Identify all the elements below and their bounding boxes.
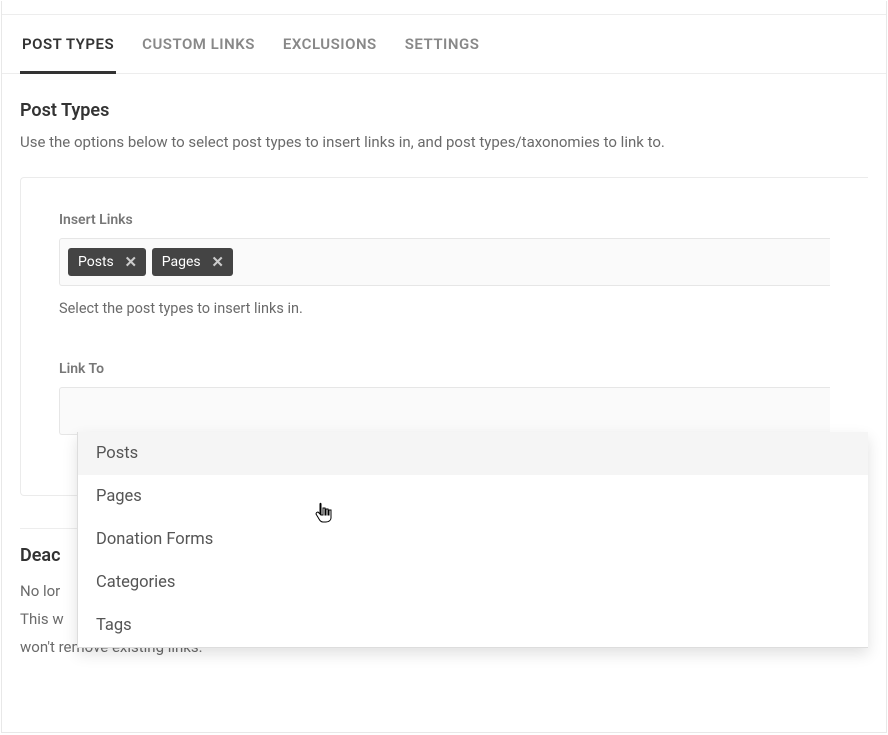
- link-to-label: Link To: [59, 361, 830, 377]
- insert-links-help: Select the post types to insert links in…: [59, 300, 830, 317]
- settings-panel: Insert Links Posts ✕ Pages ✕ Select the …: [20, 177, 868, 496]
- tag-label: Posts: [78, 254, 114, 270]
- tab-post-types[interactable]: POST TYPES: [20, 15, 116, 74]
- close-icon[interactable]: ✕: [209, 253, 227, 271]
- tab-exclusions[interactable]: EXCLUSIONS: [281, 15, 379, 74]
- insert-links-input[interactable]: Posts ✕ Pages ✕: [59, 238, 830, 286]
- section-title: Post Types: [20, 100, 868, 121]
- dropdown-option-categories[interactable]: Categories: [78, 561, 868, 604]
- dropdown-option-posts[interactable]: Posts: [78, 432, 868, 475]
- insert-links-label: Insert Links: [59, 212, 830, 228]
- link-to-dropdown: Posts Pages Donation Forms Categories Ta…: [77, 432, 868, 648]
- tab-settings[interactable]: SETTINGS: [403, 15, 482, 74]
- tab-custom-links[interactable]: CUSTOM LINKS: [140, 15, 257, 74]
- tag-label: Pages: [162, 254, 201, 270]
- tag-pages: Pages ✕: [152, 248, 233, 276]
- tabs-nav: POST TYPES CUSTOM LINKS EXCLUSIONS SETTI…: [2, 15, 886, 74]
- tag-posts: Posts ✕: [68, 248, 146, 276]
- section-description: Use the options below to select post typ…: [20, 133, 868, 151]
- dropdown-option-tags[interactable]: Tags: [78, 604, 868, 647]
- link-to-input[interactable]: [59, 387, 830, 435]
- dropdown-option-pages[interactable]: Pages: [78, 475, 868, 518]
- dropdown-option-donation-forms[interactable]: Donation Forms: [78, 518, 868, 561]
- close-icon[interactable]: ✕: [122, 253, 140, 271]
